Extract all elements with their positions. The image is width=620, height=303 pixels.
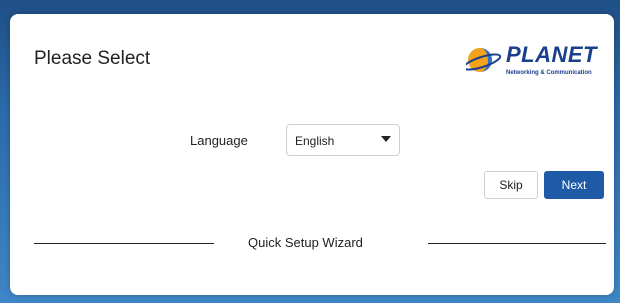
brand-name: PLANET [506, 42, 597, 67]
divider-left [34, 243, 214, 244]
planet-globe-icon [466, 48, 502, 72]
planet-logo: PLANET Networking & Communication [466, 42, 606, 86]
brand-tagline: Networking & Communication [506, 70, 592, 76]
language-select[interactable]: English [286, 124, 400, 156]
dialog-title: Please Select [34, 48, 151, 69]
divider-right [428, 243, 606, 244]
language-label: Language [190, 133, 248, 148]
next-button[interactable]: Next [544, 171, 604, 199]
setup-dialog: Please Select PLANET Networking & Commun… [10, 14, 614, 295]
wizard-title: Quick Setup Wizard [248, 235, 363, 250]
skip-button[interactable]: Skip [484, 171, 538, 199]
language-selected-value: English [295, 134, 335, 148]
chevron-down-icon [381, 136, 391, 142]
